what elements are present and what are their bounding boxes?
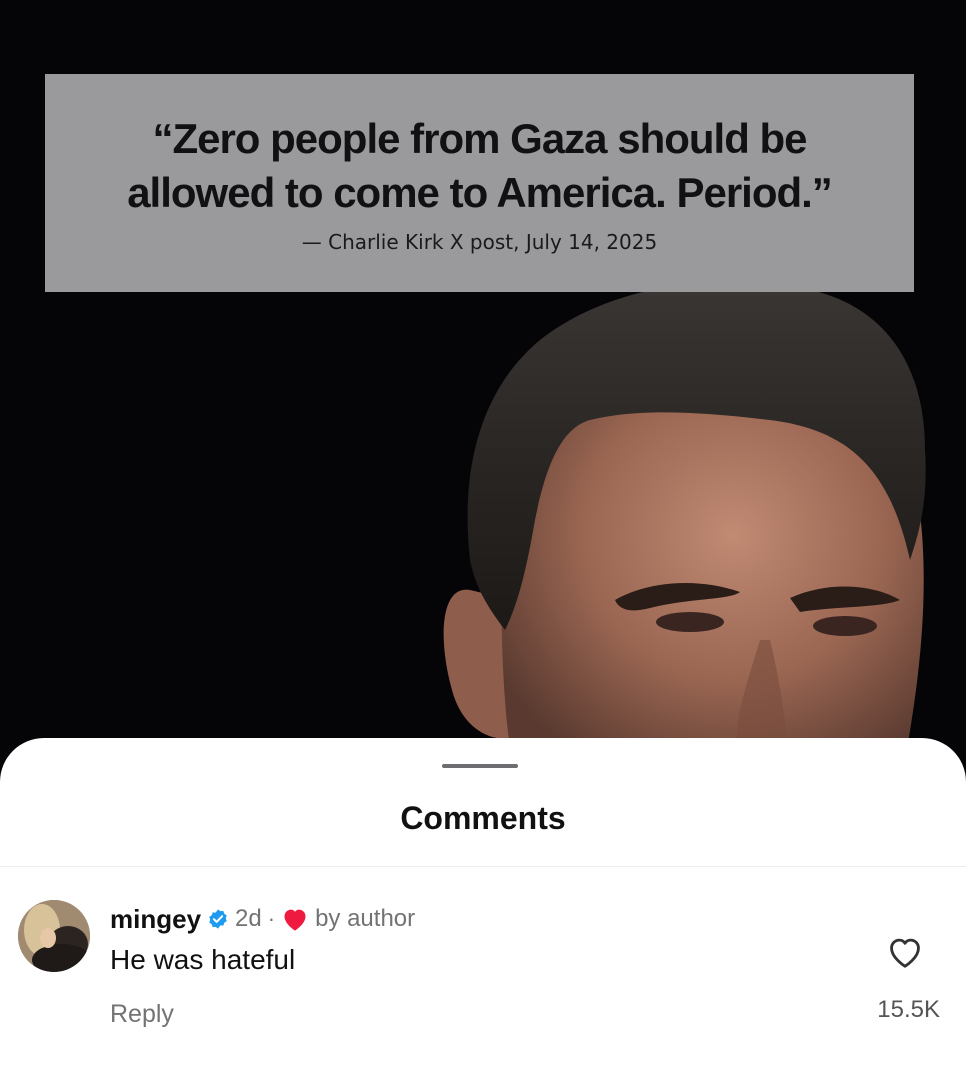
- comments-sheet: Comments mingey 2d · by author He was ha…: [0, 738, 966, 1086]
- quote-line-1: “Zero people from Gaza should be: [152, 115, 807, 162]
- liked-by-author-label: by author: [315, 905, 416, 932]
- comment-time: 2d: [235, 905, 262, 932]
- username[interactable]: mingey: [110, 904, 201, 935]
- comment-header: mingey 2d · by author: [110, 902, 415, 936]
- drag-handle[interactable]: [442, 764, 518, 768]
- sheet-title: Comments: [400, 800, 566, 836]
- avatar[interactable]: [18, 900, 90, 972]
- comment-text: He was hateful: [110, 944, 296, 975]
- quote-attribution: — Charlie Kirk X post, July 14, 2025: [301, 230, 658, 254]
- divider: [0, 866, 966, 867]
- verified-badge-icon: [207, 908, 229, 930]
- heart-outline-icon[interactable]: [886, 934, 924, 970]
- post-image[interactable]: “Zero people from Gaza should be allowed…: [0, 0, 966, 760]
- like-count: 15.5K: [877, 996, 940, 1023]
- right-eye: [813, 616, 877, 636]
- quote-line-2: allowed to come to America. Period.”: [127, 169, 833, 216]
- quote-card: “Zero people from Gaza should be allowed…: [45, 74, 914, 292]
- separator-dot: ·: [267, 906, 276, 931]
- quote-text: “Zero people from Gaza should be allowed…: [45, 74, 914, 220]
- reply-button[interactable]: Reply: [110, 1000, 174, 1029]
- left-eye: [656, 612, 724, 632]
- red-heart-icon: [281, 906, 309, 932]
